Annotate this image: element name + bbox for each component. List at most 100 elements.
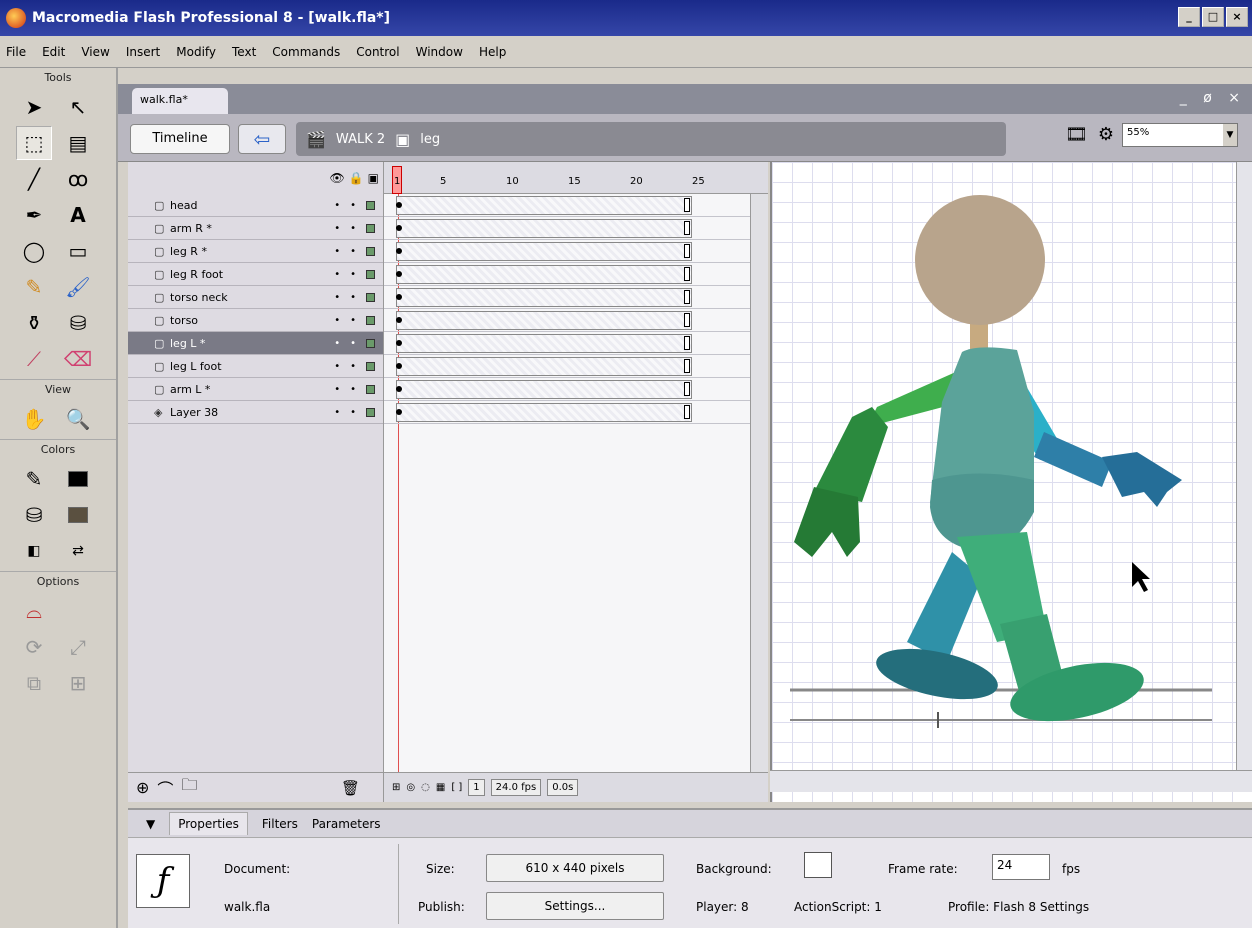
ink-bottle-tool-icon[interactable]: ⚱ (16, 306, 52, 340)
fill-color-swatch[interactable] (60, 498, 96, 532)
keyframe-icon[interactable] (396, 340, 402, 346)
black-white-icon[interactable]: ◧ (16, 534, 52, 568)
document-size-button[interactable]: 610 x 440 pixels (486, 854, 664, 882)
frame-row[interactable] (384, 217, 768, 240)
end-frame-icon[interactable] (684, 221, 690, 235)
keyframe-icon[interactable] (396, 409, 402, 415)
layer-toggles[interactable]: • • (334, 292, 375, 303)
close-button[interactable]: × (1226, 7, 1248, 27)
visibility-dot-icon[interactable]: • (334, 200, 340, 211)
line-tool-icon[interactable]: ╱ (16, 162, 52, 196)
pen-tool-icon[interactable]: ✒ (16, 198, 52, 232)
keyframe-icon[interactable] (396, 363, 402, 369)
tween-span[interactable] (396, 219, 692, 238)
scale-option-icon[interactable]: ⤢ (60, 630, 96, 664)
lock-all-icon[interactable]: 🔒 (349, 171, 364, 185)
end-frame-icon[interactable] (684, 382, 690, 396)
snap-magnet-icon[interactable]: ⌓ (16, 594, 52, 628)
menu-insert[interactable]: Insert (126, 45, 160, 59)
subselection-tool-icon[interactable]: ↖ (60, 90, 96, 124)
walk-character[interactable] (772, 162, 1252, 770)
layer-row[interactable]: ▢ arm L * • • (128, 378, 383, 401)
breadcrumb-symbol[interactable]: leg (420, 132, 440, 147)
layer-row[interactable]: ▢ leg R foot • • (128, 263, 383, 286)
layer-toggles[interactable]: • • (334, 315, 375, 326)
end-frame-icon[interactable] (684, 290, 690, 304)
frame-grid[interactable] (384, 194, 768, 424)
end-frame-icon[interactable] (684, 336, 690, 350)
hand-tool-icon[interactable]: ✋ (16, 402, 52, 436)
visibility-dot-icon[interactable]: • (334, 338, 340, 349)
layer-toggles[interactable]: • • (334, 384, 375, 395)
fill-color-icon[interactable]: ⛁ (16, 498, 52, 532)
outline-color-icon[interactable] (366, 223, 375, 233)
visibility-dot-icon[interactable]: • (334, 292, 340, 303)
end-frame-icon[interactable] (684, 359, 690, 373)
frame-row[interactable] (384, 401, 768, 424)
keyframe-icon[interactable] (396, 271, 402, 277)
layer-toggles[interactable]: • • (334, 338, 375, 349)
frame-row[interactable] (384, 309, 768, 332)
lock-dot-icon[interactable]: • (350, 246, 356, 257)
tween-span[interactable] (396, 196, 692, 215)
layer-toggles[interactable]: • • (334, 246, 375, 257)
menu-file[interactable]: File (6, 45, 26, 59)
layer-toggles[interactable]: • • (334, 361, 375, 372)
keyframe-icon[interactable] (396, 248, 402, 254)
menu-commands[interactable]: Commands (272, 45, 340, 59)
zoom-tool-icon[interactable]: 🔍 (60, 402, 96, 436)
visibility-dot-icon[interactable]: • (334, 361, 340, 372)
swap-colors-icon[interactable]: ⇄ (60, 534, 96, 568)
publish-settings-button[interactable]: Settings... (486, 892, 664, 920)
layer-toggles[interactable]: • • (334, 269, 375, 280)
lock-dot-icon[interactable]: • (350, 361, 356, 372)
onion-markers-icon[interactable]: [ ] (451, 782, 462, 793)
eyedropper-tool-icon[interactable]: ⟋ (16, 342, 52, 376)
onion-skin-icon[interactable]: ◎ (406, 782, 415, 793)
frame-rate-input[interactable]: 24 (992, 854, 1050, 880)
paint-bucket-tool-icon[interactable]: ⛁ (60, 306, 96, 340)
selection-tool-icon[interactable]: ➤ (16, 90, 52, 124)
outline-color-icon[interactable] (366, 384, 375, 394)
pencil-tool-icon[interactable]: ✎ (16, 270, 52, 304)
stroke-color-icon[interactable]: ✎ (16, 462, 52, 496)
lock-dot-icon[interactable]: • (350, 338, 356, 349)
frame-row[interactable] (384, 355, 768, 378)
outline-all-icon[interactable]: ▣ (368, 171, 379, 185)
timeline-vertical-scrollbar[interactable] (750, 194, 768, 802)
maximize-button[interactable]: □ (1202, 7, 1224, 27)
onion-outline-icon[interactable]: ◌ (421, 782, 430, 793)
visibility-dot-icon[interactable]: • (334, 315, 340, 326)
outline-color-icon[interactable] (366, 269, 375, 279)
visibility-dot-icon[interactable]: • (334, 407, 340, 418)
frame-row[interactable] (384, 240, 768, 263)
envelope-option-icon[interactable]: ⊞ (60, 666, 96, 700)
outline-color-icon[interactable] (366, 407, 375, 417)
lock-dot-icon[interactable]: • (350, 200, 356, 211)
tab-properties[interactable]: Properties (169, 812, 248, 835)
end-frame-icon[interactable] (684, 405, 690, 419)
back-arrow-icon[interactable]: ⇦ (238, 124, 286, 154)
tween-span[interactable] (396, 265, 692, 284)
layer-toggles[interactable]: • • (334, 407, 375, 418)
breadcrumb-scene[interactable]: WALK 2 (336, 132, 385, 147)
lock-dot-icon[interactable]: • (350, 384, 356, 395)
frame-row[interactable] (384, 263, 768, 286)
oval-tool-icon[interactable]: ◯ (16, 234, 52, 268)
collapse-arrow-icon[interactable]: ▼ (146, 817, 155, 831)
add-guide-layer-icon[interactable]: ⌒ (157, 776, 173, 800)
tab-filters[interactable]: Filters (262, 817, 298, 831)
end-frame-icon[interactable] (684, 313, 690, 327)
layer-toggles[interactable]: • • (334, 223, 375, 234)
free-transform-tool-icon[interactable]: ⬚ (16, 126, 52, 160)
outline-color-icon[interactable] (366, 315, 375, 325)
layer-row[interactable]: ▢ torso • • (128, 309, 383, 332)
stage-horizontal-scrollbar[interactable] (770, 770, 1252, 792)
center-frame-icon[interactable]: ⊞ (392, 782, 400, 793)
visibility-dot-icon[interactable]: • (334, 269, 340, 280)
tween-span[interactable] (396, 288, 692, 307)
tween-span[interactable] (396, 403, 692, 422)
layer-row[interactable]: ▢ leg R * • • (128, 240, 383, 263)
document-window-controls[interactable]: _ ø × (1180, 90, 1246, 106)
tab-parameters[interactable]: Parameters (312, 817, 381, 831)
